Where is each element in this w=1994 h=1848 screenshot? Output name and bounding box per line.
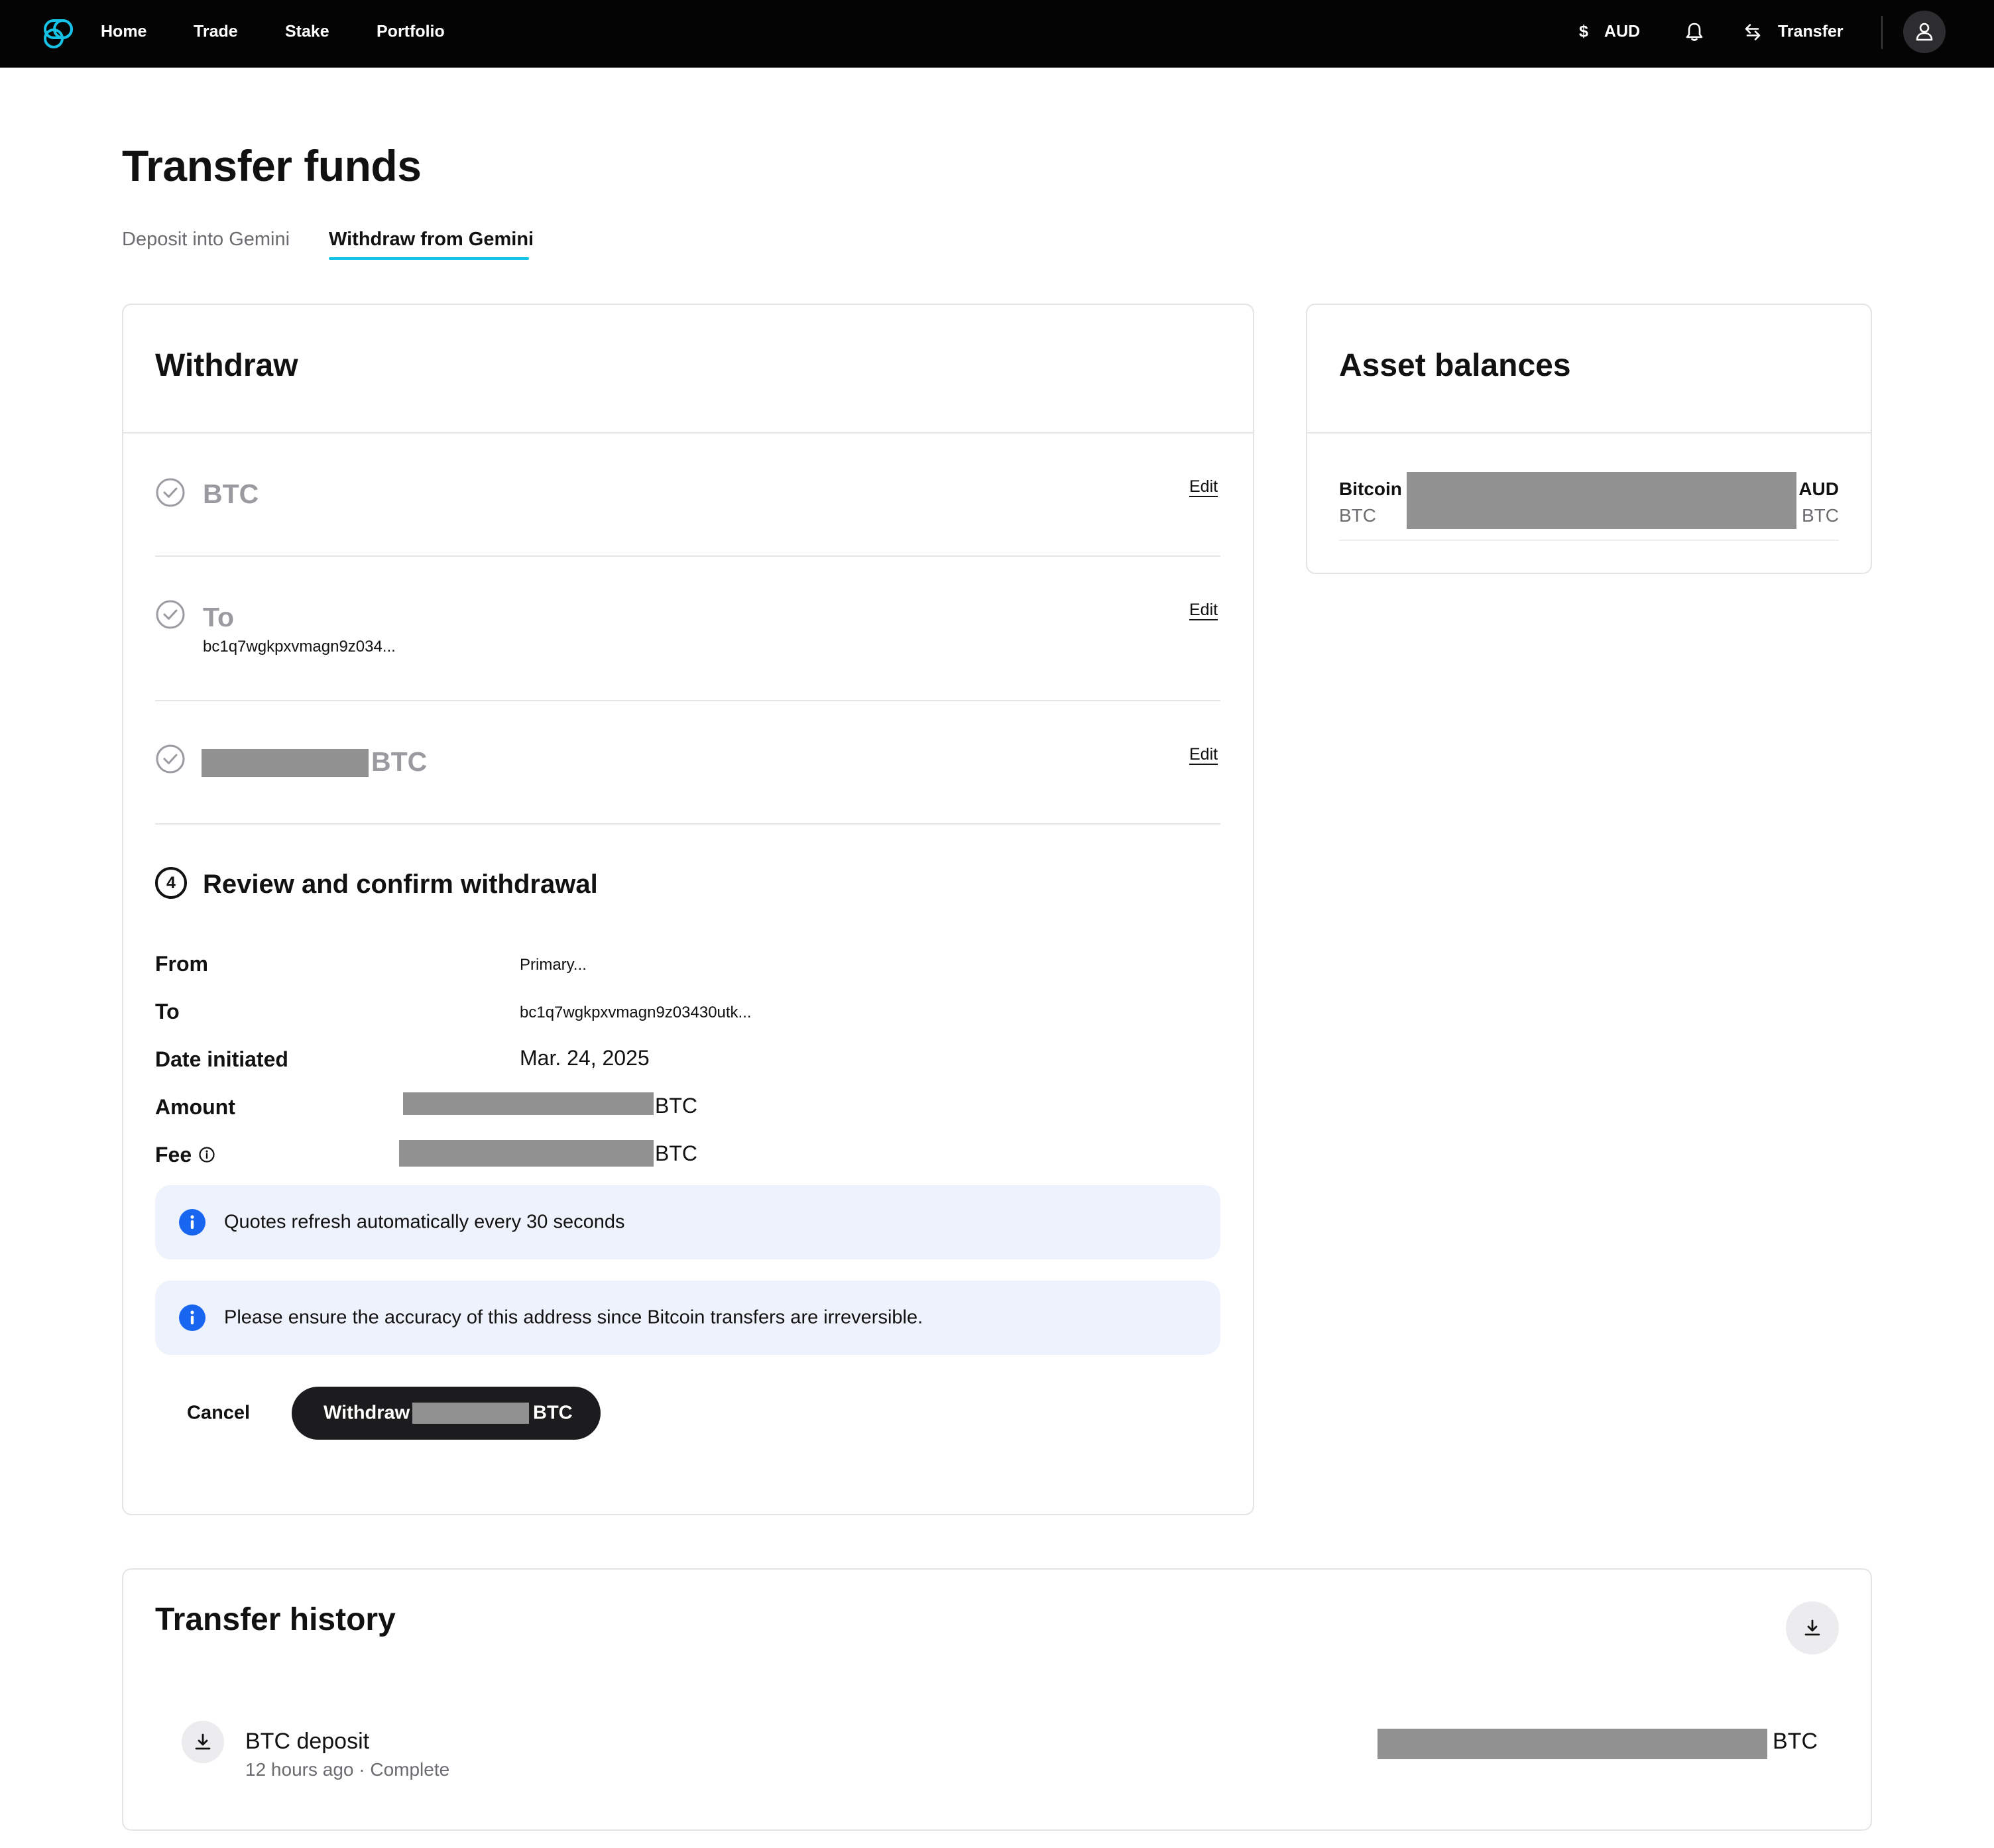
currency-label: AUD — [1604, 22, 1641, 41]
balances-header-divider — [1307, 432, 1871, 433]
withdraw-header-divider — [123, 432, 1253, 433]
nav-home-link[interactable]: Home — [101, 23, 147, 42]
step-asset-label: BTC — [203, 479, 259, 509]
redacted-balance — [1407, 472, 1796, 529]
edit-destination-link[interactable]: Edit — [1189, 601, 1218, 620]
amount-label: Amount — [155, 1095, 235, 1119]
nav-stake-link[interactable]: Stake — [285, 23, 329, 42]
balance-asset-symbol: BTC — [1339, 505, 1376, 526]
redacted-amount — [412, 1403, 529, 1424]
balance-row-bitcoin[interactable]: Bitcoin BTC AUD BTC — [1339, 468, 1839, 541]
account-avatar-button[interactable] — [1903, 11, 1946, 53]
balance-asset-name: Bitcoin — [1339, 479, 1402, 499]
step-number: 4 — [166, 873, 176, 892]
redacted-fee — [399, 1140, 654, 1167]
step-divider — [155, 823, 1220, 825]
fee-unit: BTC — [655, 1141, 697, 1165]
info-circle-icon[interactable] — [198, 1146, 215, 1163]
step-complete-check-icon — [156, 478, 185, 507]
notifications-button[interactable] — [1685, 22, 1704, 42]
redacted-amount — [1378, 1729, 1767, 1759]
to-address-value: bc1q7wgkpxvmagn9z03430utk... — [520, 1004, 752, 1021]
balance-fiat-unit: AUD — [1798, 479, 1839, 499]
review-step-title: Review and confirm withdrawal — [203, 870, 598, 899]
transfer-history-title: Transfer history — [155, 1602, 396, 1637]
withdraw-submit-button[interactable]: Withdraw BTC — [292, 1387, 601, 1440]
gemini-logo-icon[interactable] — [41, 17, 76, 51]
tab-withdraw[interactable]: Withdraw from Gemini — [329, 229, 534, 251]
withdraw-button-label: Withdraw — [323, 1402, 410, 1424]
history-item-unit: BTC — [1773, 1729, 1818, 1754]
nav-portfolio-link[interactable]: Portfolio — [377, 23, 445, 42]
currency-selector[interactable]: $ AUD — [1579, 23, 1640, 42]
download-history-button[interactable] — [1786, 1601, 1839, 1654]
step-destination-address: bc1q7wgkpxvmagn9z034... — [203, 638, 396, 656]
asset-balances-title: Asset balances — [1339, 348, 1571, 383]
active-tab-indicator — [329, 257, 529, 260]
step-amount-unit: BTC — [371, 746, 428, 777]
from-value: Primary... — [520, 956, 587, 974]
info-icon — [179, 1209, 205, 1236]
transfer-nav-button[interactable]: Transfer — [1743, 23, 1844, 42]
balance-crypto-unit: BTC — [1802, 505, 1839, 526]
nav-trade-link[interactable]: Trade — [194, 23, 238, 42]
to-label: To — [155, 1000, 180, 1023]
amount-unit: BTC — [655, 1094, 697, 1118]
history-item-title[interactable]: BTC deposit — [245, 1729, 369, 1755]
address-accuracy-notice: Please ensure the accuracy of this addre… — [155, 1281, 1220, 1355]
redacted-amount — [403, 1092, 654, 1115]
step-complete-check-icon — [156, 600, 185, 629]
user-icon — [1916, 23, 1933, 41]
step-number-badge: 4 — [155, 867, 187, 899]
step-complete-check-icon — [156, 744, 185, 774]
date-initiated-label: Date initiated — [155, 1047, 288, 1071]
date-initiated-value: Mar. 24, 2025 — [520, 1046, 650, 1070]
download-icon — [1804, 1619, 1820, 1636]
transfer-nav-label: Transfer — [1778, 22, 1844, 41]
cancel-button[interactable]: Cancel — [187, 1403, 250, 1424]
from-label: From — [155, 952, 208, 976]
history-item-status: 12 hours ago · Complete — [245, 1759, 450, 1780]
top-navigation-bar: Home Trade Stake Portfolio $ AUD Transfe… — [0, 0, 1994, 68]
edit-asset-link[interactable]: Edit — [1189, 477, 1218, 496]
deposit-arrow-icon — [182, 1721, 224, 1763]
fee-label: Fee — [155, 1143, 192, 1167]
redacted-amount — [202, 749, 369, 777]
tab-deposit[interactable]: Deposit into Gemini — [122, 229, 290, 251]
balance-row-divider — [1339, 540, 1839, 541]
withdraw-card-title: Withdraw — [155, 348, 298, 383]
quote-refresh-notice: Quotes refresh automatically every 30 se… — [155, 1185, 1220, 1259]
step-destination-label: To — [203, 602, 235, 632]
transfer-arrows-icon — [1745, 23, 1761, 40]
dollar-icon: $ — [1579, 22, 1588, 41]
quote-refresh-text: Quotes refresh automatically every 30 se… — [224, 1211, 625, 1233]
edit-amount-link[interactable]: Edit — [1189, 745, 1218, 764]
step-divider — [155, 700, 1220, 701]
address-accuracy-text: Please ensure the accuracy of this addre… — [224, 1306, 923, 1328]
info-icon — [179, 1304, 205, 1331]
withdraw-button-unit: BTC — [533, 1402, 573, 1424]
page-title: Transfer funds — [122, 141, 422, 190]
step-divider — [155, 555, 1220, 557]
bell-icon — [1686, 23, 1703, 41]
nav-divider — [1881, 16, 1883, 49]
